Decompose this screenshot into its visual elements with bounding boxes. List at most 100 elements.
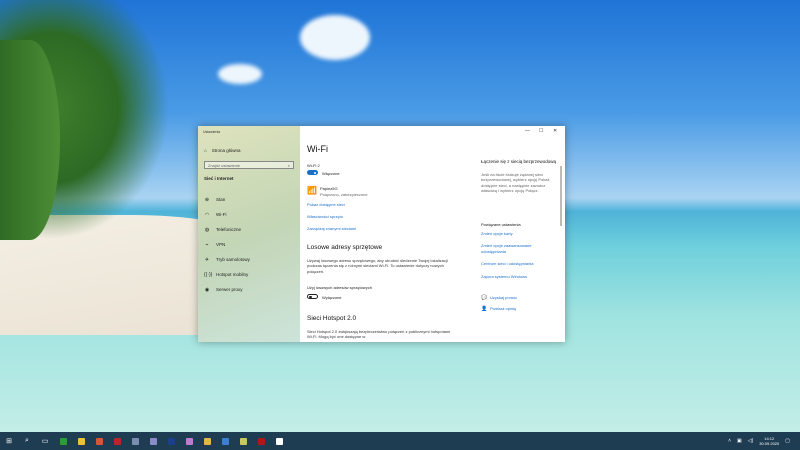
pinned-apps xyxy=(54,432,288,450)
taskbar-app-10[interactable] xyxy=(234,432,252,450)
notifications-icon[interactable]: ▢ xyxy=(785,438,790,444)
hardware-properties-link[interactable]: Właściwości sprzętu xyxy=(307,214,343,219)
app-icon xyxy=(59,437,67,445)
search-input[interactable]: Znajdź ustawienie ⌕ xyxy=(204,161,294,169)
nav-icon: ✈ xyxy=(204,256,210,263)
nav-icon: ((·)) xyxy=(204,271,213,278)
related-link-network-center[interactable]: Centrum sieci i udostępniania xyxy=(481,261,533,266)
taskbar-app-5[interactable] xyxy=(144,432,162,450)
cloud xyxy=(218,64,262,84)
wifi-toggle-label: Włączone xyxy=(322,171,340,176)
sidebar-item-wi-fi[interactable]: ◠ Wi-Fi xyxy=(202,207,298,222)
nav-label: VPN xyxy=(216,242,226,247)
network-name[interactable]: Papiez5G xyxy=(320,186,338,191)
help-icon: 💬 xyxy=(481,295,488,301)
search-icon: ⌕ xyxy=(287,163,290,168)
sidebar-item-telefoniczne[interactable]: ◍ Telefoniczne xyxy=(202,222,298,237)
taskbar-app-3[interactable] xyxy=(108,432,126,450)
wifi-toggle[interactable] xyxy=(307,170,318,175)
nav-icon: ◉ xyxy=(204,286,210,293)
sidebar-item-hotspot-mobilny[interactable]: ((·)) Hotspot mobilny xyxy=(202,267,298,282)
manage-known-networks-link[interactable]: Zarządzaj znanymi sieciami xyxy=(307,226,356,231)
app-icon xyxy=(221,437,229,445)
taskbar: ⊞ ⌕ ▭ ˄ ▣ ◁) 14:12 30.09.2020 ▢ xyxy=(0,432,800,450)
page-title: Wi-Fi xyxy=(307,144,328,154)
nav-label: Stan xyxy=(216,197,226,202)
network-icon[interactable]: ▣ xyxy=(737,438,742,444)
taskbar-app-12[interactable] xyxy=(270,432,288,450)
hotspot-heading: Sieci Hotspot 2.0 xyxy=(307,315,357,322)
related-link-adapter[interactable]: Zmień opcje karty xyxy=(481,231,513,236)
minimize-button[interactable]: — xyxy=(525,128,530,134)
taskbar-app-0[interactable] xyxy=(54,432,72,450)
clock[interactable]: 14:12 30.09.2020 xyxy=(759,436,779,446)
nav-icon: ◍ xyxy=(204,226,210,233)
tray-chevron-icon[interactable]: ˄ xyxy=(728,438,731,444)
hotspot-desc: Sieci Hotspot 2.0 zwiększają bezpieczeńs… xyxy=(307,329,451,340)
show-networks-link[interactable]: Pokaż dostępne sieci xyxy=(307,202,345,207)
app-icon xyxy=(257,437,265,445)
taskbar-app-6[interactable] xyxy=(162,432,180,450)
cloud xyxy=(300,15,370,60)
palm-foliage xyxy=(0,40,60,240)
app-icon xyxy=(239,437,247,445)
app-icon xyxy=(275,437,283,445)
random-addresses-desc: Używaj losowego adresu sprzętowego, aby … xyxy=(307,258,448,274)
date: 30.09.2020 xyxy=(759,441,780,446)
nav-label: Telefoniczne xyxy=(216,227,242,232)
taskbar-app-7[interactable] xyxy=(180,432,198,450)
taskbar-app-4[interactable] xyxy=(126,432,144,450)
scrollbar[interactable] xyxy=(560,166,562,226)
app-icon xyxy=(95,437,103,445)
related-link-sharing[interactable]: Zmień opcje zaawansowane udostępniania xyxy=(481,243,546,254)
taskbar-app-1[interactable] xyxy=(72,432,90,450)
nav-label: Serwer proxy xyxy=(216,287,243,292)
search-button[interactable]: ⌕ xyxy=(18,432,36,450)
app-icon xyxy=(185,437,193,445)
taskbar-app-9[interactable] xyxy=(216,432,234,450)
home-label: Strona główna xyxy=(211,148,241,153)
nav-icon: ◠ xyxy=(204,211,210,218)
app-icon xyxy=(113,437,121,445)
sidebar-item-vpn[interactable]: ⌁ VPN xyxy=(202,237,298,252)
random-toggle-label: Wyłączone xyxy=(322,295,342,300)
app-icon xyxy=(131,437,139,445)
taskbar-app-8[interactable] xyxy=(198,432,216,450)
nav-label: Hotspot mobilny xyxy=(216,272,249,277)
close-button[interactable]: ✕ xyxy=(553,128,557,134)
home-icon: ⌂ xyxy=(204,148,207,153)
nav-list: ⊕ Stan ◠ Wi-Fi ◍ Telefoniczne ⌁ VPN ✈ Tryb samolo… xyxy=(202,192,298,297)
app-icon xyxy=(149,437,157,445)
help-text: Jeśli na liście brakuje żądanej sieci be… xyxy=(481,172,550,194)
get-help-link[interactable]: Uzyskaj pomoc xyxy=(490,295,517,300)
nav-label: Tryb samolotowy xyxy=(216,257,250,262)
nav-label: Wi-Fi xyxy=(216,212,227,217)
taskbar-app-2[interactable] xyxy=(90,432,108,450)
settings-window: Ustawienia ⌂ Strona główna Znajdź ustawie… xyxy=(198,126,565,342)
home-link[interactable]: ⌂ Strona główna xyxy=(204,148,241,153)
sidebar-item-tryb-samolotowy[interactable]: ✈ Tryb samolotowy xyxy=(202,252,298,267)
related-title: Powiązane ustawienia xyxy=(481,222,521,227)
task-view-button[interactable]: ▭ xyxy=(36,432,54,450)
random-addresses-toggle[interactable] xyxy=(307,294,318,299)
nav-icon: ⌁ xyxy=(205,241,209,248)
search-placeholder: Znajdź ustawienie xyxy=(208,163,241,168)
category-heading: Sieć i Internet xyxy=(204,176,234,181)
sidebar: Ustawienia ⌂ Strona główna Znajdź ustawie… xyxy=(198,126,300,342)
help-title: Łączenie się z siecią bezprzewodową xyxy=(481,159,557,164)
maximize-button[interactable]: ☐ xyxy=(539,128,543,134)
related-link-firewall[interactable]: Zapora systemu Windows xyxy=(481,274,527,279)
random-addresses-label: Użyj losowych adresów sprzętowych xyxy=(307,285,372,290)
app-icon xyxy=(77,437,85,445)
sidebar-item-stan[interactable]: ⊕ Stan xyxy=(202,192,298,207)
random-addresses-heading: Losowe adresy sprzętowe xyxy=(307,244,383,251)
start-button[interactable]: ⊞ xyxy=(0,432,18,450)
volume-icon[interactable]: ◁) xyxy=(748,438,754,444)
wifi-network-icon: 📶 xyxy=(307,186,317,195)
system-tray: ˄ ▣ ◁) 14:12 30.09.2020 ▢ xyxy=(728,432,790,450)
taskbar-app-11[interactable] xyxy=(252,432,270,450)
sidebar-item-serwer-proxy[interactable]: ◉ Serwer proxy xyxy=(202,282,298,297)
network-status: Połączono, zabezpieczone xyxy=(320,192,368,197)
feedback-icon: 👤 xyxy=(481,306,488,312)
feedback-link[interactable]: Przekaż opinię xyxy=(490,306,516,311)
